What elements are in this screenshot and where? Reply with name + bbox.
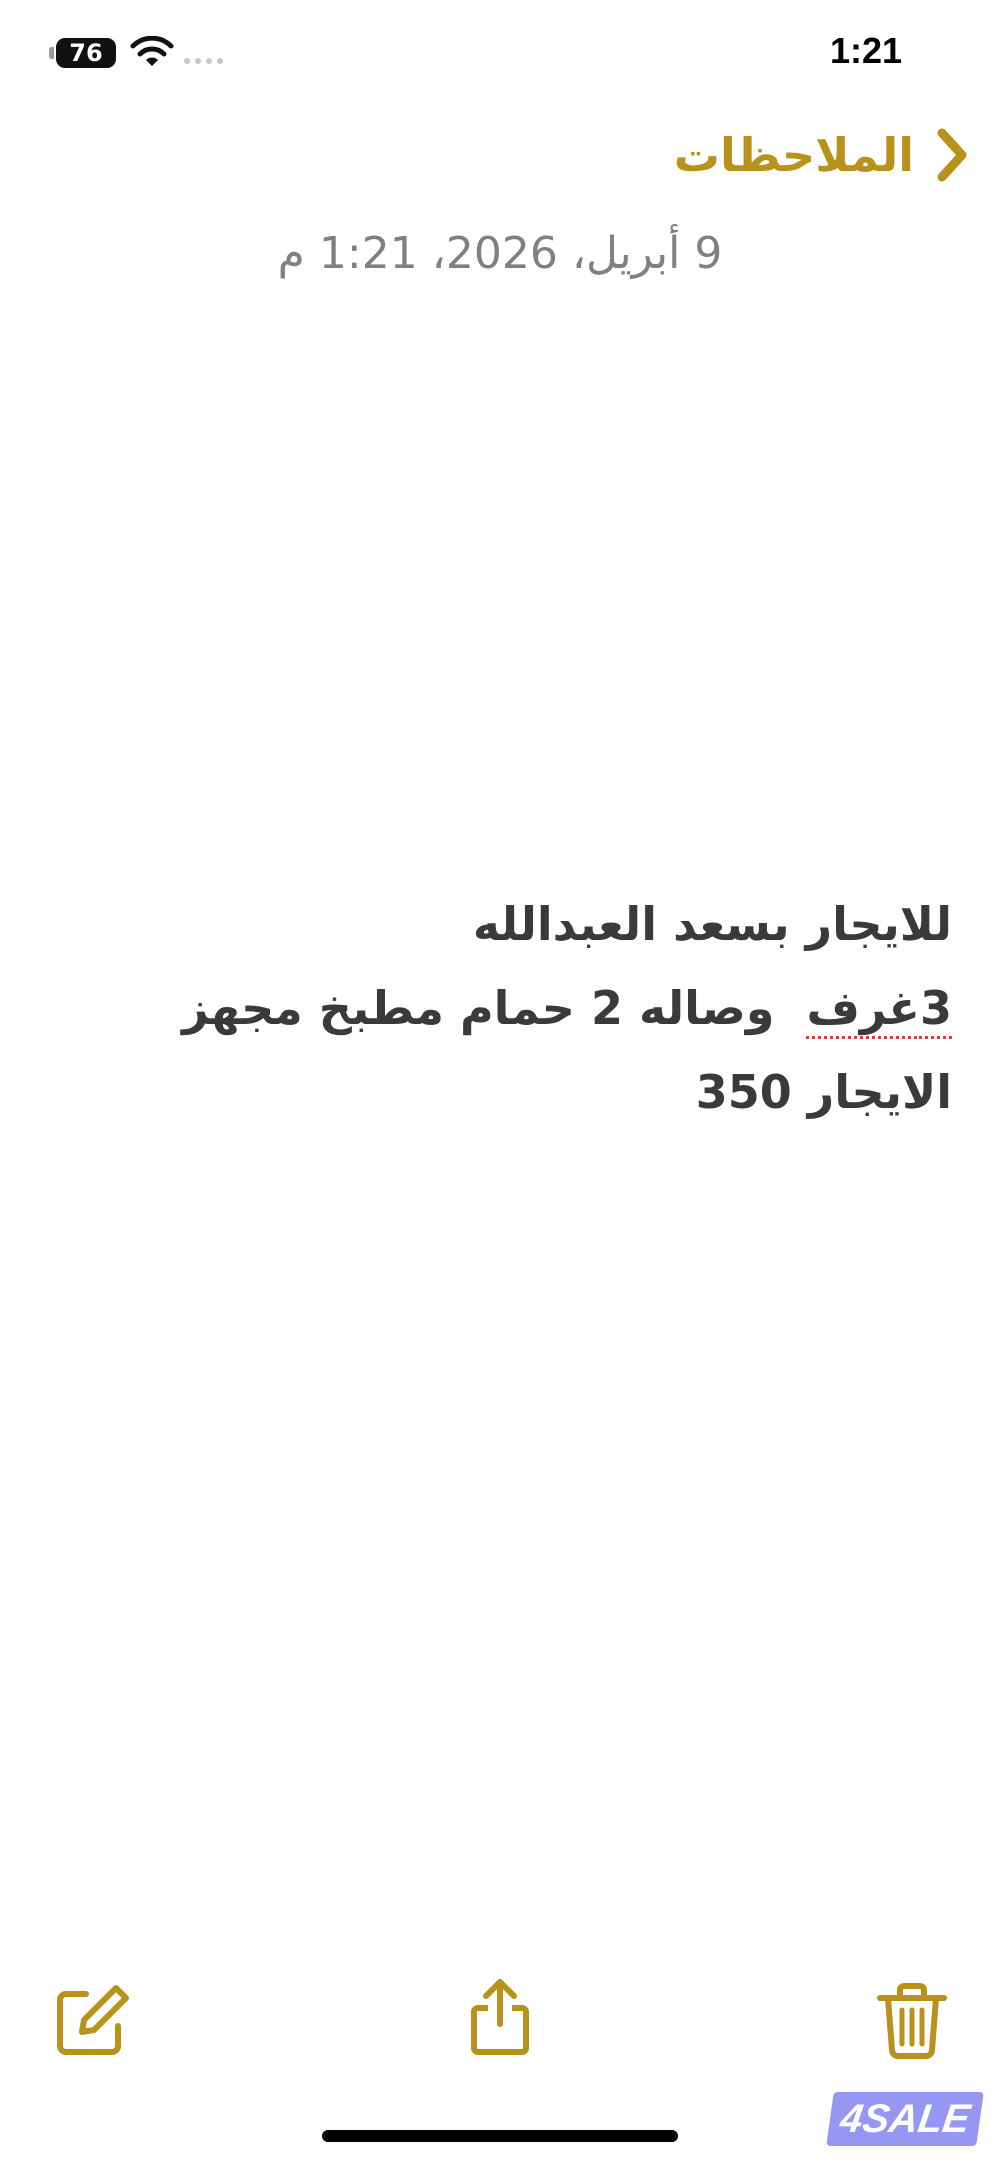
trash-icon[interactable] — [872, 1980, 952, 2060]
status-bar: 76 1:21 — [0, 0, 1000, 110]
wifi-icon — [130, 36, 174, 66]
cellular-dots-icon — [184, 58, 223, 64]
compose-icon[interactable] — [52, 1980, 132, 2060]
watermark-logo: 4SALE — [826, 2092, 984, 2146]
status-time: 1:21 — [829, 30, 902, 71]
misspelled-word[interactable]: 3غرف — [807, 981, 953, 1035]
back-label: الملاحظات — [673, 128, 914, 182]
battery-icon: 76 — [49, 38, 116, 68]
battery-level: 76 — [69, 39, 103, 67]
back-button[interactable]: الملاحظات — [674, 120, 972, 190]
chevron-back-icon — [937, 128, 967, 182]
note-line: للايجار بسعد العبدالله — [472, 897, 952, 951]
share-icon[interactable] — [460, 1976, 540, 2056]
home-indicator[interactable] — [322, 2130, 678, 2142]
note-line: 3غرف وصاله 2 حمام مطبخ مجهز — [72, 966, 952, 1050]
note-line-rest: وصاله 2 حمام مطبخ مجهز — [182, 981, 807, 1035]
note-line: الايجار 350 — [695, 1065, 952, 1119]
note-body[interactable]: للايجار بسعد العبدالله 3غرف وصاله 2 حمام… — [72, 882, 952, 1134]
note-date: 9 أبريل، 2026، 1:21 م — [277, 228, 723, 279]
